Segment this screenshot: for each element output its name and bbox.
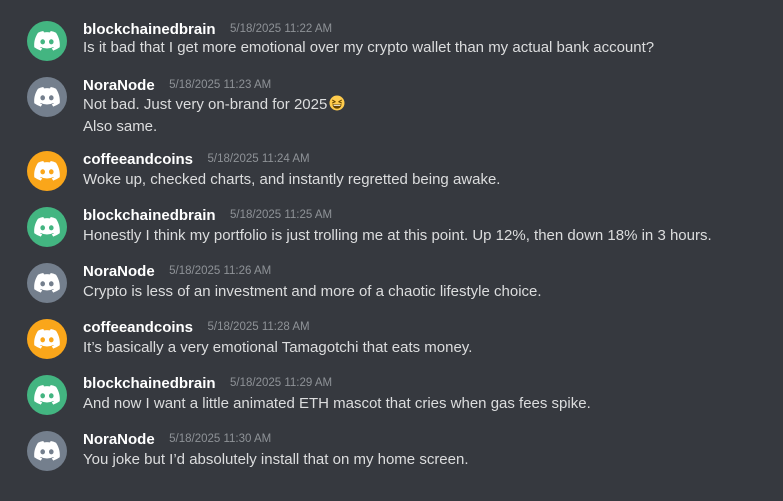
message-text: Honestly I think my portfolio is just tr… [83,227,712,244]
timestamp: 5/18/2025 11:30 AM [169,433,272,445]
username[interactable]: coffeeandcoins [83,151,193,168]
message-text: Also same. [83,118,158,135]
message-text: Woke up, checked charts, and instantly r… [83,171,501,188]
message-text: Not bad. Just very on-brand for 2025 [83,95,345,115]
message-header: NoraNode 5/18/2025 11:26 AM [83,263,271,283]
message: NoraNode 5/18/2025 11:30 AM You joke but… [0,431,783,487]
message-text: Crypto is less of an investment and more… [83,283,542,300]
message: blockchainedbrain 5/18/2025 11:22 AM Is … [0,21,783,77]
timestamp: 5/18/2025 11:25 AM [230,209,333,221]
discord-logo-icon [34,385,60,405]
message-text-content: Not bad. Just very on-brand for 2025 [83,96,328,113]
message-text: Is it bad that I get more emotional over… [83,39,655,56]
username[interactable]: coffeeandcoins [83,319,193,336]
chat-messages: blockchainedbrain 5/18/2025 11:22 AM Is … [0,0,783,501]
username[interactable]: blockchainedbrain [83,21,216,38]
message-header: coffeeandcoins 5/18/2025 11:24 AM [83,151,310,171]
message: coffeeandcoins 5/18/2025 11:28 AM It’s b… [0,319,783,375]
avatar[interactable] [27,375,67,415]
timestamp: 5/18/2025 11:23 AM [169,79,272,91]
username[interactable]: NoraNode [83,263,155,280]
avatar[interactable] [27,431,67,471]
timestamp: 5/18/2025 11:26 AM [169,265,272,277]
message: coffeeandcoins 5/18/2025 11:24 AM Woke u… [0,151,783,207]
username[interactable]: blockchainedbrain [83,375,216,392]
discord-logo-icon [34,273,60,293]
message: NoraNode 5/18/2025 11:26 AM Crypto is le… [0,263,783,319]
discord-logo-icon [34,329,60,349]
timestamp: 5/18/2025 11:22 AM [230,23,333,35]
discord-logo-icon [34,31,60,51]
username[interactable]: NoraNode [83,77,155,94]
avatar[interactable] [27,77,67,117]
message-header: coffeeandcoins 5/18/2025 11:28 AM [83,319,310,339]
timestamp: 5/18/2025 11:29 AM [230,377,333,389]
discord-logo-icon [34,441,60,461]
message: blockchainedbrain 5/18/2025 11:29 AM And… [0,375,783,431]
avatar[interactable] [27,263,67,303]
discord-logo-icon [34,161,60,181]
username[interactable]: NoraNode [83,431,155,448]
username[interactable]: blockchainedbrain [83,207,216,224]
avatar[interactable] [27,151,67,191]
message-header: blockchainedbrain 5/18/2025 11:25 AM [83,207,332,227]
message-text: And now I want a little animated ETH mas… [83,395,591,412]
grinning-squinting-face-icon [329,95,345,111]
timestamp: 5/18/2025 11:24 AM [207,153,310,165]
message: NoraNode 5/18/2025 11:23 AM Not bad. Jus… [0,77,783,135]
message: blockchainedbrain 5/18/2025 11:25 AM Hon… [0,207,783,263]
message-text: It’s basically a very emotional Tamagotc… [83,339,473,356]
message-header: NoraNode 5/18/2025 11:30 AM [83,431,271,451]
avatar[interactable] [27,207,67,247]
message-text: You joke but I’d absolutely install that… [83,451,469,468]
avatar[interactable] [27,319,67,359]
message-header: blockchainedbrain 5/18/2025 11:29 AM [83,375,332,395]
timestamp: 5/18/2025 11:28 AM [207,321,310,333]
message-header: NoraNode 5/18/2025 11:23 AM [83,77,271,97]
discord-logo-icon [34,217,60,237]
discord-logo-icon [34,87,60,107]
avatar[interactable] [27,21,67,61]
